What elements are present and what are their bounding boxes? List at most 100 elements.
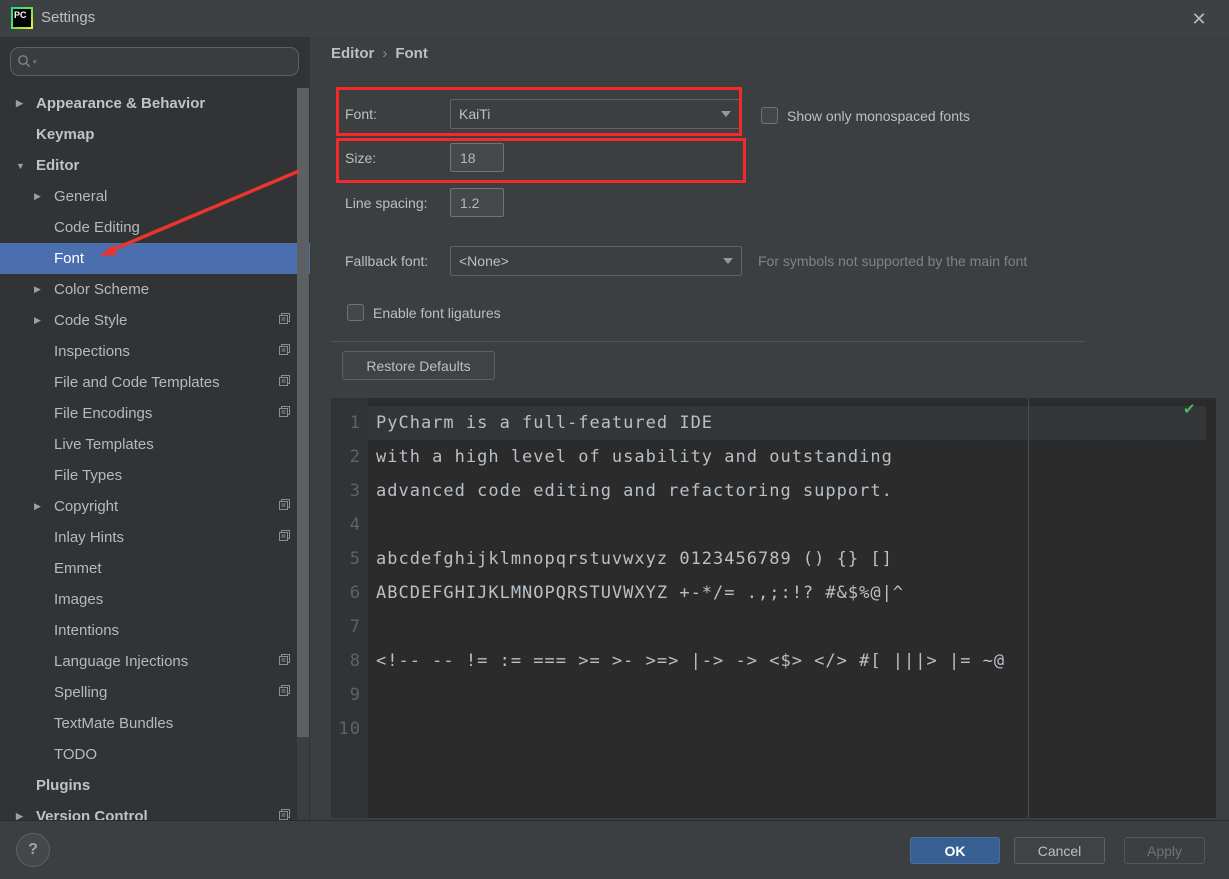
- section-divider: [331, 341, 1085, 342]
- expand-arrow-icon[interactable]: ▶: [34, 284, 54, 295]
- editor-line: 1 PyCharm is a full-featured IDE: [331, 406, 1216, 440]
- show-monospaced-checkbox[interactable]: [761, 107, 778, 124]
- sidebar-item[interactable]: Plugins: [0, 770, 310, 801]
- sidebar-item[interactable]: Inspections: [0, 336, 310, 367]
- sidebar-item[interactable]: Live Templates: [0, 429, 310, 460]
- expand-arrow-icon[interactable]: ▶: [34, 191, 54, 202]
- sidebar-item-label: File Types: [54, 467, 123, 484]
- sidebar-item-label: Language Injections: [54, 653, 189, 670]
- sidebar-item-label: TODO: [54, 746, 98, 763]
- breadcrumb-separator: ›: [382, 45, 388, 62]
- sidebar-item[interactable]: ▶ Appearance & Behavior: [0, 88, 310, 119]
- sidebar-item-label: TextMate Bundles: [54, 715, 174, 732]
- sidebar-item[interactable]: File Types: [0, 460, 310, 491]
- expand-arrow-icon[interactable]: ▶: [34, 315, 54, 326]
- sidebar-item[interactable]: Images: [0, 584, 310, 615]
- expand-arrow-icon[interactable]: ▶: [16, 98, 36, 109]
- sidebar-item[interactable]: Intentions: [0, 615, 310, 646]
- annotation-box-size-row: [336, 138, 746, 183]
- sidebar-item[interactable]: ▼ Editor: [0, 150, 310, 181]
- expand-arrow-icon[interactable]: ▶: [34, 501, 54, 512]
- line-text: [368, 712, 1206, 746]
- sidebar-item-label: Appearance & Behavior: [36, 95, 206, 112]
- search-history-caret-icon[interactable]: ▾: [33, 58, 37, 66]
- pycharm-logo-icon: PC: [11, 7, 33, 29]
- sidebar-item-label: Intentions: [54, 622, 120, 639]
- sidebar-item[interactable]: ▶ Copyright: [0, 491, 310, 522]
- sidebar-item-label: Images: [54, 591, 104, 608]
- chevron-down-icon[interactable]: [723, 258, 733, 264]
- editor-line: 10: [331, 712, 1216, 746]
- line-number: 8: [349, 651, 361, 671]
- fallback-font-label: Fallback font:: [345, 253, 429, 269]
- line-number: 2: [349, 447, 361, 467]
- sidebar-item-label: Plugins: [36, 777, 91, 794]
- expand-arrow-icon[interactable]: ▶: [16, 811, 36, 820]
- sidebar-item[interactable]: File and Code Templates: [0, 367, 310, 398]
- project-settings-icon: [278, 312, 291, 329]
- right-margin-guide: [1028, 398, 1029, 818]
- sidebar-item-label: Copyright: [54, 498, 119, 515]
- sidebar-item-label: Inspections: [54, 343, 130, 360]
- sidebar-item-label: Emmet: [54, 560, 102, 577]
- line-text: ABCDEFGHIJKLMNOPQRSTUVWXYZ +-*/= .,;:!? …: [376, 583, 905, 603]
- sidebar-item-label: Spelling: [54, 684, 108, 701]
- sidebar-item[interactable]: ▶ Color Scheme: [0, 274, 310, 305]
- sidebar-item-label: Color Scheme: [54, 281, 150, 298]
- line-text: [368, 508, 1206, 542]
- project-settings-icon: [278, 405, 291, 422]
- sidebar-item[interactable]: Code Editing: [0, 212, 310, 243]
- inspections-ok-check-icon: ✔: [1183, 401, 1196, 418]
- show-monospaced-label: Show only monospaced fonts: [787, 108, 970, 124]
- sidebar-item-label: Code Style: [54, 312, 128, 329]
- sidebar-item[interactable]: File Encodings: [0, 398, 310, 429]
- close-icon[interactable]: ✕: [1186, 6, 1212, 32]
- fallback-font-dropdown[interactable]: <None>: [450, 246, 742, 276]
- settings-tree: ▶ Appearance & Behavior Keymap ▼ Editor …: [0, 88, 310, 820]
- sidebar-item[interactable]: TextMate Bundles: [0, 708, 310, 739]
- sidebar-item[interactable]: Language Injections: [0, 646, 310, 677]
- search-input[interactable]: [39, 53, 292, 70]
- sidebar-item[interactable]: Spelling: [0, 677, 310, 708]
- cancel-button[interactable]: Cancel: [1014, 837, 1105, 864]
- expand-arrow-icon[interactable]: ▼: [16, 161, 36, 171]
- sidebar-item[interactable]: Font: [0, 243, 310, 274]
- font-label: Font:: [345, 106, 377, 122]
- restore-defaults-button[interactable]: Restore Defaults: [342, 351, 495, 380]
- breadcrumb-editor[interactable]: Editor: [331, 45, 374, 62]
- project-settings-icon: [278, 343, 291, 360]
- search-box[interactable]: ▾: [10, 47, 299, 76]
- editor-line: 9: [331, 678, 1216, 712]
- size-field[interactable]: [450, 143, 504, 172]
- line-text: abcdefghijklmnopqrstuvwxyz 0123456789 ()…: [376, 549, 893, 569]
- sidebar-item[interactable]: ▶ Code Style: [0, 305, 310, 336]
- sidebar-item[interactable]: Emmet: [0, 553, 310, 584]
- font-preview-editor[interactable]: 1 PyCharm is a full-featured IDE 2 with …: [331, 398, 1216, 818]
- sidebar-item[interactable]: TODO: [0, 739, 310, 770]
- sidebar-item-label: Font: [54, 250, 85, 267]
- editor-line: 2 with a high level of usability and out…: [331, 440, 1216, 474]
- chevron-down-icon[interactable]: [721, 111, 731, 117]
- editor-line: 7: [331, 610, 1216, 644]
- sidebar-item[interactable]: ▶ Version Control: [0, 801, 310, 820]
- sidebar-item-label: Editor: [36, 157, 80, 174]
- sidebar-item[interactable]: Inlay Hints: [0, 522, 310, 553]
- font-ligatures-checkbox[interactable]: [347, 304, 364, 321]
- editor-lines: 1 PyCharm is a full-featured IDE 2 with …: [331, 406, 1216, 746]
- sidebar-item-label: Keymap: [36, 126, 95, 143]
- project-settings-icon: [278, 374, 291, 391]
- font-dropdown[interactable]: KaiTi: [450, 99, 740, 129]
- line-spacing-label: Line spacing:: [345, 195, 428, 211]
- sidebar-item[interactable]: Keymap: [0, 119, 310, 150]
- ok-button[interactable]: OK: [910, 837, 1000, 864]
- line-number: 5: [349, 549, 361, 569]
- fallback-font-value: <None>: [459, 253, 509, 269]
- sidebar-item-label: Inlay Hints: [54, 529, 125, 546]
- sidebar-scrollbar-thumb[interactable]: [297, 88, 309, 737]
- line-spacing-field[interactable]: [450, 188, 504, 217]
- help-button[interactable]: ?: [16, 833, 50, 867]
- sidebar-item[interactable]: ▶ General: [0, 181, 310, 212]
- apply-button[interactable]: Apply: [1124, 837, 1205, 864]
- line-number: 10: [338, 719, 361, 739]
- search-icon: [17, 54, 32, 69]
